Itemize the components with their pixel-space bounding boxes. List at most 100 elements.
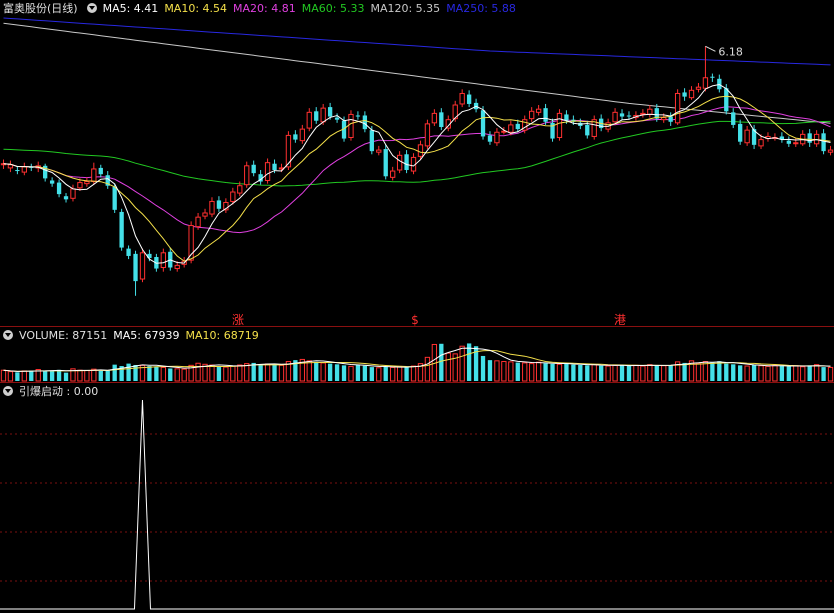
candle xyxy=(431,109,438,126)
volume-bar xyxy=(633,364,639,382)
candle xyxy=(786,136,791,147)
legend-ma60: MA60: 5.33 xyxy=(301,2,365,15)
candle xyxy=(223,198,229,213)
indicator-label: 引爆启动 : 0.00 xyxy=(19,385,99,398)
volume-bar xyxy=(264,363,271,382)
legend-ma5: MA5: 4.41 xyxy=(102,2,159,15)
indicator-panel-select-icon[interactable] xyxy=(3,386,13,396)
volume-bar xyxy=(459,345,465,382)
candle xyxy=(355,111,361,120)
volume-bar xyxy=(439,343,444,381)
volume-bar xyxy=(661,365,667,382)
volume-select-icon[interactable] xyxy=(3,330,13,340)
candle xyxy=(695,82,702,93)
indicator-select-icon[interactable] xyxy=(86,3,97,13)
candle xyxy=(494,128,500,146)
candle xyxy=(264,158,271,184)
volume-bar xyxy=(717,361,722,381)
volume-bar xyxy=(29,370,34,381)
candle xyxy=(535,105,542,116)
event-marker[interactable]: 涨 xyxy=(232,312,244,326)
candle xyxy=(21,162,27,176)
ma-legend: MA5: 4.41 MA10: 4.54 MA20: 4.81 MA60: 5.33 M… xyxy=(103,2,522,15)
volume-bar xyxy=(640,365,646,382)
volume-bar xyxy=(827,366,834,382)
candle xyxy=(98,164,103,178)
volume-bar xyxy=(668,365,673,381)
volume-bar xyxy=(21,370,27,382)
candle xyxy=(417,140,424,160)
volume-bar xyxy=(56,369,62,381)
volume-bar xyxy=(626,365,632,381)
volume-bar xyxy=(98,370,103,381)
candle xyxy=(202,208,208,220)
candle xyxy=(487,131,493,145)
candle xyxy=(216,196,222,212)
candle xyxy=(556,109,563,141)
volume-bar xyxy=(487,360,493,381)
indicator-header: 引爆启动 : 0.00 xyxy=(0,383,104,401)
ma120-line xyxy=(3,22,831,124)
volume-panel: VOLUME: 87151 MA5: 67939 MA10: 68719 xyxy=(0,327,834,382)
volume-bar xyxy=(765,365,771,382)
event-marker[interactable]: $ xyxy=(411,313,419,326)
volume-bar xyxy=(654,365,659,381)
volume-bar xyxy=(599,365,604,381)
candle xyxy=(7,160,14,173)
volume-bar xyxy=(168,368,173,381)
volume-bar xyxy=(605,365,611,382)
volume-bar xyxy=(0,369,7,382)
candle xyxy=(827,145,834,156)
candle xyxy=(410,153,417,175)
price-panel: 6.18 涨 $ 港 富奥股份(日线) MA5: 4.41 MA10: 4.54 MA20:… xyxy=(0,0,834,326)
indicator-chart xyxy=(0,399,834,610)
candle xyxy=(209,197,215,218)
candle xyxy=(668,112,673,126)
candle xyxy=(15,166,20,175)
volume-bar xyxy=(244,363,250,382)
volume-bar xyxy=(682,362,687,381)
price-chart: 6.18 涨 $ 港 xyxy=(0,17,834,326)
volume-bar xyxy=(396,365,403,382)
candle xyxy=(362,111,368,133)
volume-bar xyxy=(807,365,812,381)
candle xyxy=(619,109,625,120)
volume-bar xyxy=(112,364,117,381)
volume-bar xyxy=(647,364,653,382)
candle xyxy=(293,130,298,143)
volume-bar xyxy=(529,363,535,382)
volume-bar xyxy=(535,361,542,382)
candle xyxy=(383,144,388,180)
ma250-line xyxy=(3,17,831,66)
volume-bar xyxy=(508,361,514,382)
candle xyxy=(251,160,256,177)
volume-bar xyxy=(334,364,340,381)
volume-bar xyxy=(320,362,326,382)
event-marker[interactable]: 港 xyxy=(614,313,626,326)
candle xyxy=(529,107,535,122)
candle xyxy=(466,90,472,108)
volume-bar xyxy=(821,367,826,381)
volume-bar xyxy=(480,355,486,381)
volume-bar xyxy=(591,364,597,382)
volume-bar xyxy=(793,365,799,382)
volume-bar xyxy=(779,366,785,381)
candle xyxy=(49,177,55,187)
volume-bar xyxy=(404,367,409,381)
volume-legend-ma5: MA5: 67939 xyxy=(113,329,180,342)
candle xyxy=(244,161,250,188)
volume-bar xyxy=(160,366,166,382)
ma10-line xyxy=(3,95,831,262)
candle xyxy=(717,74,722,93)
volume-bar xyxy=(341,365,347,381)
volume-bar xyxy=(43,371,48,381)
candle xyxy=(119,208,124,251)
volume-bar xyxy=(702,361,709,382)
volume-bar xyxy=(800,366,806,382)
candle xyxy=(772,133,778,141)
indicator-panel: 引爆启动 : 0.00 xyxy=(0,383,834,613)
candle xyxy=(682,88,687,101)
volume-bar xyxy=(731,364,736,381)
volume-bar xyxy=(237,364,243,382)
candle xyxy=(168,247,173,271)
